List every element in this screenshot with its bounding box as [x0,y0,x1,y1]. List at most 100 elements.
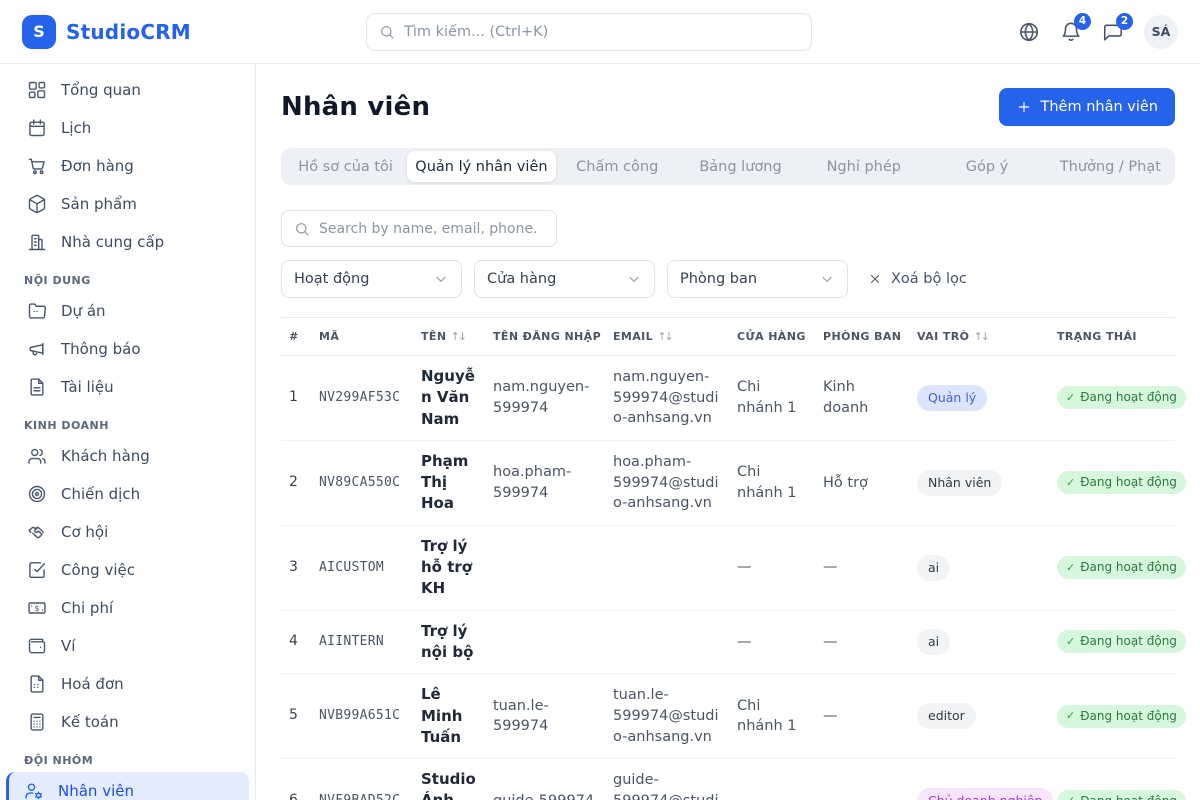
tab-gop-y[interactable]: Góp ý [925,151,1048,182]
cell-status: ✓Đang hoạt động [1049,440,1175,525]
cell-num: 2 [281,440,311,525]
sidebar-item-vi[interactable]: Ví [6,627,249,665]
status-badge: ✓Đang hoạt động [1057,471,1186,494]
sidebar-item-nha-cung-cap[interactable]: Nhà cung cấp [6,223,249,261]
cell-role: editor [909,674,1049,759]
table-row[interactable]: 4AIINTERNTrợ lý nội bộ——ai✓Đang hoạt độn… [281,610,1175,674]
file-text-icon [27,377,47,397]
page-title: Nhân viên [281,92,430,122]
messages-button[interactable]: 2 [1102,21,1124,43]
tab-bang-luong[interactable]: Bảng lương [679,151,802,182]
sidebar-item-tong-quan[interactable]: Tổng quan [6,71,249,109]
invoice-icon [27,674,47,694]
notification-count-badge: 4 [1074,13,1091,30]
filter-dropdown-hoat-ong[interactable]: Hoạt động [281,260,462,298]
employee-search-input[interactable] [319,221,544,237]
status-badge: ✓Đang hoạt động [1057,790,1186,800]
role-badge: Nhân viên [917,470,1002,496]
table-row[interactable]: 1NV299AF53CNguyễn Văn Namnam.nguyen-5999… [281,356,1175,441]
cell-num: 3 [281,525,311,610]
filter-dropdown-phong-ban[interactable]: Phòng ban [667,260,848,298]
sidebar-item-label: Dự án [61,302,106,320]
folder-icon [27,301,47,321]
users-icon [27,446,47,466]
sidebar-item-nhan-vien[interactable]: Nhân viên [6,772,249,800]
check-icon: ✓ [1066,708,1075,724]
table-row[interactable]: 2NV89CA550CPhạm Thị Hoahoa.pham-599974ho… [281,440,1175,525]
sidebar-item-san-pham[interactable]: Sản phẩm [6,185,249,223]
target-icon [27,484,47,504]
cell-role: Nhân viên [909,440,1049,525]
table-row[interactable]: 3AICUSTOMTrợ lý hỗ trợ KH——ai✓Đang hoạt … [281,525,1175,610]
column-header-vai-tro[interactable]: VAI TRÒ ↑↓ [909,318,1049,356]
notifications-button[interactable]: 4 [1060,21,1082,43]
sidebar-item-label: Thông báo [61,340,141,358]
tab-thuong-phat[interactable]: Thưởng / Phạt [1049,151,1172,182]
sidebar-item-label: Chi phí [61,599,113,617]
sidebar-item-chien-dich[interactable]: Chiến dịch [6,475,249,513]
cell-status: ✓Đang hoạt động [1049,674,1175,759]
table-row[interactable]: 6NVF9BAD52CStudio Ánh Sángguide-599974gu… [281,759,1175,800]
tab-cham-cong[interactable]: Chấm công [556,151,679,182]
sidebar-item-ke-toan[interactable]: Kế toán [6,703,249,741]
sort-icon: ↑↓ [974,330,988,343]
cell-email: nam.nguyen-599974@studio-anhsang.vn [605,356,729,441]
package-icon [27,194,47,214]
table-head-row: #MÃTÊN ↑↓TÊN ĐĂNG NHẬPEMAIL ↑↓CỬA HÀNGPH… [281,318,1175,356]
cell-name: Trợ lý hỗ trợ KH [413,525,485,610]
app-logo[interactable]: S StudioCRM [22,15,256,49]
tab-nghi-phep[interactable]: Nghỉ phép [802,151,925,182]
cell-code: AICUSTOM [311,525,413,610]
avatar[interactable]: SÁ [1144,15,1178,49]
tab-bar: Hồ sơ của tôiQuản lý nhân viênChấm côngB… [281,148,1175,185]
sidebar-nav: Tổng quanLịchĐơn hàngSản phẩm Nhà cung cấ… [0,71,255,800]
column-header-email[interactable]: EMAIL ↑↓ [605,318,729,356]
employee-search[interactable] [281,210,557,247]
sidebar-item-du-an[interactable]: Dự án [6,292,249,330]
role-badge: Quản lý [917,385,987,411]
clear-filters-button[interactable]: Xoá bộ lọc [868,271,967,287]
sidebar-item-label: Nhà cung cấp [61,233,164,251]
cell-num: 4 [281,610,311,674]
handshake-icon [27,522,47,542]
column-header-ma: MÃ [311,318,413,356]
cell-email: guide-599974@studio-anhsang.vn [605,759,729,800]
sidebar-item-tai-lieu[interactable]: Tài liệu [6,368,249,406]
filter-dropdown-cua-hang[interactable]: Cửa hàng [474,260,655,298]
chevron-down-icon [433,271,449,287]
sidebar-item-khach-hang[interactable]: Khách hàng [6,437,249,475]
sidebar-item-co-hoi[interactable]: Cơ hội [6,513,249,551]
sidebar-section-label: ĐỘI NHÓM [0,741,255,772]
tab-quan-ly-nhan-vien[interactable]: Quản lý nhân viên [407,151,555,182]
cell-store: — [729,759,815,800]
sidebar-item-thong-bao[interactable]: Thông báo [6,330,249,368]
language-button[interactable] [1018,21,1040,43]
search-icon [379,24,395,40]
cell-store: — [729,525,815,610]
cell-email [605,525,729,610]
cell-code: AIINTERN [311,610,413,674]
sidebar-item-hoa-on[interactable]: Hoá đơn [6,665,249,703]
globe-icon [1018,21,1040,43]
sidebar-item-lich[interactable]: Lịch [6,109,249,147]
cell-department: — [815,525,909,610]
global-search[interactable] [366,13,812,51]
wallet-icon [27,636,47,656]
column-header-ten-ang-nhap: TÊN ĐĂNG NHẬP [485,318,605,356]
tab-ho-so-cua-toi[interactable]: Hồ sơ của tôi [284,151,407,182]
sidebar-item-on-hang[interactable]: Đơn hàng [6,147,249,185]
global-search-input[interactable] [404,24,799,40]
sidebar-item-label: Công việc [61,561,135,579]
column-header-ten[interactable]: TÊN ↑↓ [413,318,485,356]
add-employee-button[interactable]: Thêm nhân viên [999,88,1176,126]
megaphone-icon [27,339,47,359]
sidebar-item-chi-phi[interactable]: $Chi phí [6,589,249,627]
cell-role: Chủ doanh nghiệp [909,759,1049,800]
cart-icon [27,156,47,176]
search-icon [294,221,310,237]
sidebar-item-cong-viec[interactable]: Công việc [6,551,249,589]
cell-name: Phạm Thị Hoa [413,440,485,525]
table-row[interactable]: 5NVB99A651CLê Minh Tuấntuan.le-599974tua… [281,674,1175,759]
cell-username [485,610,605,674]
sort-icon: ↑↓ [657,330,671,343]
